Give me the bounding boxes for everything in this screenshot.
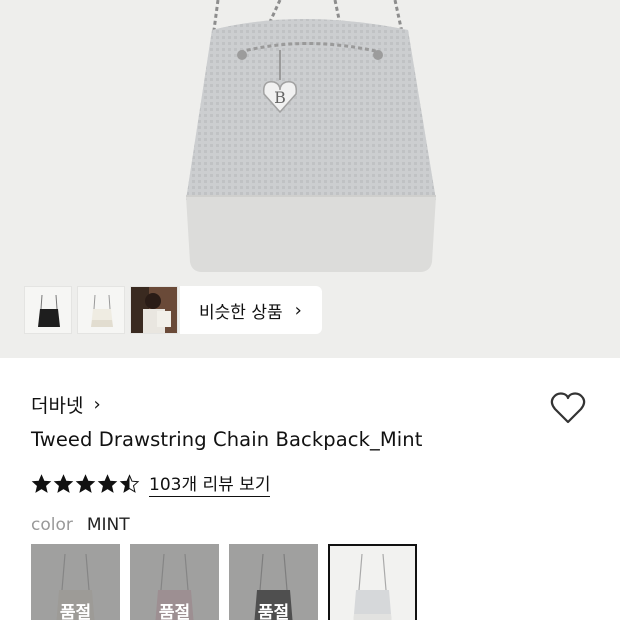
product-title: Tweed Drawstring Chain Backpack_Mint: [31, 428, 423, 451]
color-label: color: [31, 515, 73, 535]
bag-mint-image: [353, 553, 392, 620]
chevron-right-icon: ›: [93, 394, 101, 415]
thumbnail-ivory[interactable]: [77, 286, 125, 334]
svg-text:B: B: [274, 88, 286, 107]
thumbnail-black[interactable]: [24, 286, 72, 334]
similar-products-button[interactable]: 비슷한 상품 ›: [180, 286, 322, 334]
color-options: 품절 품절 품절: [31, 544, 427, 620]
color-selector-label: color MINT: [31, 515, 130, 535]
color-option-black[interactable]: 품절: [229, 544, 318, 620]
color-value: MINT: [86, 515, 130, 535]
reviews-link[interactable]: 103개 리뷰 보기: [149, 470, 271, 497]
star-icon: [31, 473, 52, 493]
star-icon: [97, 473, 118, 493]
thumbnail-black-image: [38, 294, 60, 327]
chevron-right-icon: ›: [294, 299, 302, 321]
star-icon: [75, 473, 96, 493]
soldout-label: 품절: [158, 603, 191, 620]
soldout-label: 품절: [59, 603, 92, 620]
thumbnail-model[interactable]: [130, 286, 178, 334]
star-rating: [31, 473, 141, 494]
star-icon: [119, 473, 140, 493]
color-option-pink[interactable]: 품절: [130, 544, 219, 620]
thumbnail-model-image: [131, 287, 177, 333]
thumbnail-strip: [24, 286, 183, 334]
thumbnail-ivory-image: [91, 294, 113, 327]
star-icon: [53, 473, 74, 493]
similar-products-label: 비슷한 상품: [199, 302, 283, 323]
heart-icon: [550, 392, 586, 424]
product-hero-image[interactable]: B 비슷한 상품 ›: [0, 0, 620, 358]
wishlist-button[interactable]: [548, 388, 588, 428]
brand-link[interactable]: 더바넷 ›: [31, 391, 101, 418]
rating-row: 103개 리뷰 보기: [31, 470, 271, 497]
color-option-ivory[interactable]: 품절: [31, 544, 120, 620]
color-option-mint[interactable]: [328, 544, 417, 620]
brand-name: 더바넷: [31, 395, 84, 417]
soldout-label: 품절: [257, 603, 290, 620]
